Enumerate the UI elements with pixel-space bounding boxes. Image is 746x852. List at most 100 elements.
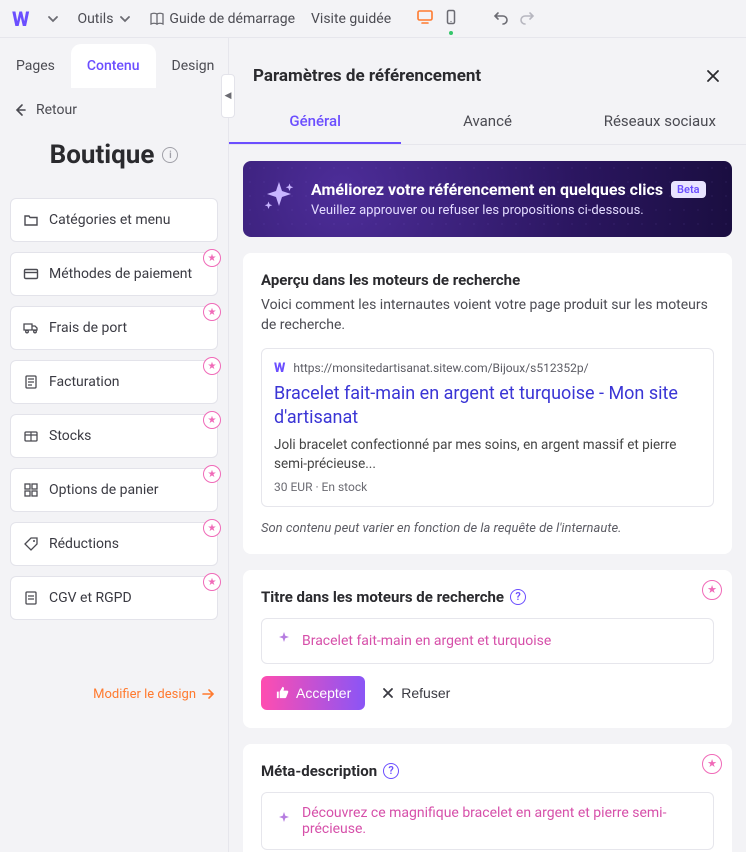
redo-icon[interactable] <box>519 9 535 29</box>
left-tabs: Pages Contenu Design <box>0 38 228 88</box>
truck-icon <box>23 320 39 336</box>
app-logo[interactable]: W <box>12 7 29 31</box>
promo-title: Améliorez votre référencement en quelque… <box>311 180 663 199</box>
back-label: Retour <box>36 102 77 118</box>
document-icon <box>23 590 39 606</box>
info-icon[interactable]: i <box>162 147 178 163</box>
subtab-general[interactable]: Général <box>229 100 401 144</box>
nav-label: Facturation <box>49 374 120 390</box>
nav-billing[interactable]: Facturation ★ <box>10 360 218 404</box>
folder-icon <box>23 212 39 228</box>
preview-card: Aperçu dans les moteurs de recherche Voi… <box>243 253 732 554</box>
star-badge-icon: ★ <box>203 357 221 375</box>
suggestion-text: Bracelet fait-main en argent et turquois… <box>302 633 551 649</box>
tools-menu[interactable]: Outils <box>77 11 133 27</box>
close-icon[interactable] <box>704 67 722 85</box>
undo-icon[interactable] <box>493 9 509 29</box>
panel-content: Améliorez votre référencement en quelque… <box>229 145 746 852</box>
serp-title: Bracelet fait-main en argent et turquois… <box>274 382 701 431</box>
accept-button[interactable]: Accepter <box>261 676 365 710</box>
title-card: ★ Titre dans les moteurs de recherche ? … <box>243 570 732 728</box>
nav-label: Méthodes de paiement <box>49 266 192 282</box>
left-sidebar: Pages Contenu Design ◀ Retour Boutique i… <box>0 38 228 852</box>
tab-design[interactable]: Design <box>156 44 231 88</box>
beta-badge: Beta <box>671 181 706 198</box>
modify-design-label: Modifier le design <box>93 687 196 702</box>
tools-label: Outils <box>77 11 113 27</box>
close-icon <box>381 686 395 700</box>
title-suggestion: Bracelet fait-main en argent et turquois… <box>261 618 714 664</box>
star-badge-icon: ★ <box>702 754 722 774</box>
nav-cart-options[interactable]: Options de panier ★ <box>10 468 218 512</box>
status-dot-icon <box>449 31 453 35</box>
panel-title: Paramètres de référencement <box>253 66 481 86</box>
serp-note: Son contenu peut varier en fonction de l… <box>261 521 714 536</box>
desktop-view-icon[interactable] <box>417 9 433 29</box>
tab-content[interactable]: Contenu <box>71 44 156 88</box>
thumbs-up-icon <box>275 685 290 700</box>
meta-card: ★ Méta-description ? Découvrez ce magnif… <box>243 744 732 852</box>
nav-list: Catégories et menu Méthodes de paiement … <box>0 170 228 620</box>
serp-favicon: W <box>274 361 285 376</box>
invoice-icon <box>23 374 39 390</box>
star-badge-icon: ★ <box>203 465 221 483</box>
star-badge-icon: ★ <box>203 411 221 429</box>
subtab-social[interactable]: Réseaux sociaux <box>574 100 746 144</box>
chevron-down-icon[interactable] <box>45 11 61 27</box>
page-title-text: Boutique <box>50 140 155 170</box>
star-badge-icon: ★ <box>702 580 722 600</box>
nav-label: Frais de port <box>49 320 127 336</box>
refuse-label: Refuser <box>401 685 450 701</box>
star-badge-icon: ★ <box>203 249 221 267</box>
subtabs: Général Avancé Réseaux sociaux <box>229 100 746 145</box>
tour-label: Visite guidée <box>311 11 391 27</box>
tab-pages[interactable]: Pages <box>0 44 71 88</box>
serp-description: Joli bracelet confectionné par mes soins… <box>274 436 701 474</box>
nav-label: Réductions <box>49 536 119 552</box>
star-badge-icon: ★ <box>203 303 221 321</box>
arrow-left-icon <box>12 102 28 118</box>
book-icon <box>149 11 165 27</box>
guide-link[interactable]: Guide de démarrage <box>149 11 295 27</box>
modify-design-link[interactable]: Modifier le design <box>93 686 216 702</box>
refuse-button[interactable]: Refuser <box>377 676 454 710</box>
help-icon[interactable]: ? <box>383 763 399 779</box>
back-button[interactable]: Retour <box>0 88 228 118</box>
nav-payment[interactable]: Méthodes de paiement ★ <box>10 252 218 296</box>
nav-stock[interactable]: Stocks ★ <box>10 414 218 458</box>
arrow-right-icon <box>200 686 216 702</box>
sparkle-icon <box>276 811 292 831</box>
nav-cgv[interactable]: CGV et RGPD ★ <box>10 576 218 620</box>
promo-subtitle: Veuillez approuver ou refuser les propos… <box>311 203 714 218</box>
tour-link[interactable]: Visite guidée <box>311 11 391 27</box>
star-badge-icon: ★ <box>203 519 221 537</box>
star-badge-icon: ★ <box>203 573 221 591</box>
nav-label: Options de panier <box>49 482 158 498</box>
grid-icon <box>23 482 39 498</box>
topbar: W Outils Guide de démarrage Visite guidé… <box>0 0 746 38</box>
promo-banner: Améliorez votre référencement en quelque… <box>243 161 732 237</box>
nav-shipping[interactable]: Frais de port ★ <box>10 306 218 350</box>
serp-meta: 30 EUR · En stock <box>274 480 701 494</box>
accept-label: Accepter <box>296 685 351 701</box>
suggestion-text: Découvrez ce magnifique bracelet en arge… <box>302 805 699 837</box>
title-label: Titre dans les moteurs de recherche <box>261 588 504 606</box>
page-title: Boutique i <box>0 140 228 170</box>
serp-preview: W https://monsitedartisanat.sitew.com/Bi… <box>261 348 714 507</box>
meta-label: Méta-description <box>261 762 377 780</box>
collapse-handle[interactable]: ◀ <box>221 74 235 118</box>
box-icon <box>23 428 39 444</box>
credit-card-icon <box>23 266 39 282</box>
sparkle-icon <box>276 631 292 651</box>
nav-categories[interactable]: Catégories et menu <box>10 198 218 242</box>
subtab-advanced[interactable]: Avancé <box>401 100 573 144</box>
nav-label: Catégories et menu <box>49 212 170 228</box>
tag-icon <box>23 536 39 552</box>
guide-label: Guide de démarrage <box>169 11 295 27</box>
seo-panel: Paramètres de référencement Général Avan… <box>228 38 746 852</box>
mobile-view-icon[interactable] <box>443 9 459 29</box>
nav-discounts[interactable]: Réductions ★ <box>10 522 218 566</box>
preview-title: Aperçu dans les moteurs de recherche <box>261 271 714 289</box>
help-icon[interactable]: ? <box>510 589 526 605</box>
sparkle-icon <box>261 179 297 219</box>
